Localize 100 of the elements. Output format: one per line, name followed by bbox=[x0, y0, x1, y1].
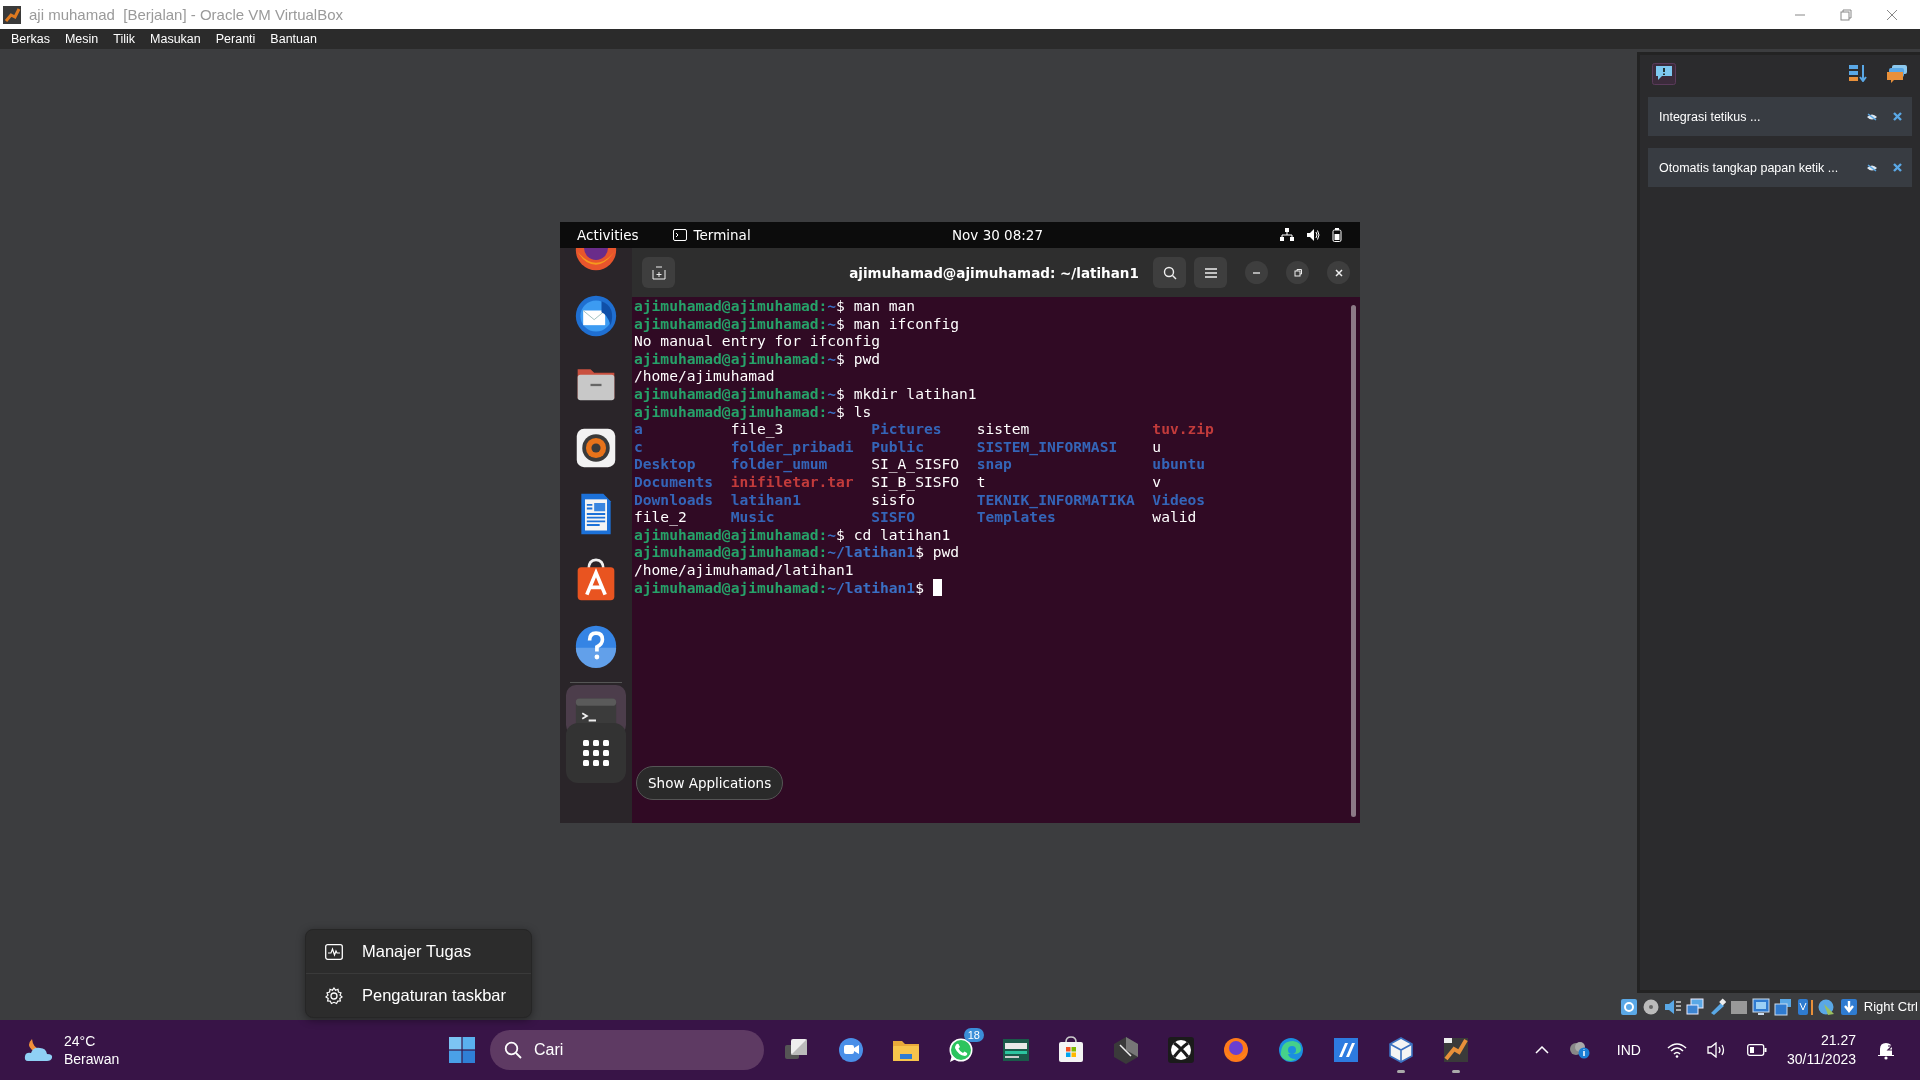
menu-item[interactable]: Manajer Tugas bbox=[306, 930, 531, 973]
app-menu[interactable]: Terminal bbox=[693, 227, 751, 243]
file-name: TEKNIK_INFORMATIKA bbox=[976, 490, 1135, 508]
chevron-up-icon[interactable] bbox=[1534, 1046, 1549, 1054]
file-name: folder_pribadi bbox=[730, 437, 854, 455]
file-name: Downloads bbox=[634, 490, 714, 508]
minimize-icon bbox=[1253, 271, 1260, 274]
activities-button[interactable]: Activities bbox=[577, 227, 639, 243]
clock[interactable]: Nov 30 08:27 bbox=[952, 227, 1043, 243]
battery-icon[interactable] bbox=[1746, 1044, 1767, 1056]
terminal-line: ajimuhamad@ajimuhamad:~/latihan1$ bbox=[634, 578, 1347, 597]
search-icon bbox=[504, 1041, 522, 1059]
file-name: file_2 bbox=[634, 508, 687, 526]
terminal-line: ajimuhamad@ajimuhamad:~$ cd latihan1 bbox=[634, 525, 952, 544]
swoosh-tile-icon[interactable] bbox=[1441, 1035, 1471, 1073]
bell-snooze-icon[interactable] bbox=[1876, 1040, 1896, 1060]
wifi-icon[interactable] bbox=[1666, 1042, 1687, 1058]
close-button[interactable] bbox=[1327, 261, 1350, 284]
cloud-info-icon[interactable] bbox=[1568, 1041, 1591, 1059]
menu-item[interactable]: Masukan bbox=[150, 32, 201, 46]
weather-widget[interactable]: 24°C Berawan bbox=[24, 1032, 120, 1068]
chip-icon[interactable] bbox=[1795, 997, 1814, 1016]
close-icon bbox=[1333, 267, 1344, 278]
restore-icon bbox=[1292, 267, 1303, 278]
file-name: file_3 bbox=[730, 420, 784, 438]
file-name: Public bbox=[871, 437, 924, 455]
monitor-icon[interactable] bbox=[1751, 997, 1770, 1016]
close-icon[interactable] bbox=[1893, 163, 1902, 172]
file-name: Music bbox=[730, 508, 775, 526]
menu-item[interactable]: Berkas bbox=[11, 32, 50, 46]
terminal-line: ajimuhamad@ajimuhamad:~/latihan1$ pwd bbox=[634, 543, 961, 561]
file-name: folder_umum bbox=[730, 455, 828, 473]
notification-text: Otomatis tangkap papan ketik ... bbox=[1659, 160, 1840, 175]
notification-text: Integrasi tetikus ... bbox=[1659, 109, 1762, 124]
network-icon[interactable] bbox=[1685, 997, 1704, 1016]
help-icon[interactable] bbox=[574, 624, 618, 668]
menu-item[interactable]: Mesin bbox=[64, 32, 99, 46]
file-name: sisfo bbox=[871, 490, 916, 508]
app-logo-icon bbox=[3, 5, 21, 24]
network-icon[interactable] bbox=[1280, 228, 1294, 242]
new-tab-icon bbox=[651, 265, 666, 280]
file-name: SISTEM_INFORMASI bbox=[976, 437, 1118, 455]
eye-slash-icon[interactable] bbox=[1867, 112, 1877, 121]
store-bag-icon[interactable] bbox=[1056, 1035, 1086, 1065]
cube-icon[interactable] bbox=[1386, 1035, 1416, 1073]
file-name: walid bbox=[1152, 508, 1197, 526]
sort-list-icon[interactable] bbox=[1848, 64, 1868, 82]
envelope-bird-icon[interactable] bbox=[574, 294, 618, 338]
new-tab-button[interactable] bbox=[642, 257, 675, 288]
file-name: snap bbox=[976, 455, 1012, 473]
menu-item[interactable]: Peranti bbox=[215, 32, 256, 46]
window-title: aji muhamad [Berjalan] - Oracle VM VirtualBox bbox=[29, 6, 344, 23]
close-icon[interactable] bbox=[1893, 112, 1902, 121]
eye-slash-icon[interactable] bbox=[1867, 163, 1877, 172]
speaker-icon[interactable] bbox=[1306, 228, 1320, 242]
search-button[interactable] bbox=[1153, 257, 1186, 288]
file-name: Documents bbox=[634, 472, 714, 490]
menu-button[interactable] bbox=[1194, 257, 1227, 288]
settings-icon bbox=[325, 986, 343, 1005]
clock[interactable]: 21.27 30/11/2023 bbox=[1786, 1031, 1856, 1069]
show-applications-button[interactable] bbox=[566, 723, 626, 783]
menu-item[interactable]: Pengaturan taskbar bbox=[306, 973, 531, 1017]
cloud-moon-icon bbox=[24, 1037, 54, 1063]
terminal-icon bbox=[672, 229, 687, 241]
activity-monitor-icon bbox=[325, 943, 343, 960]
file-name: t bbox=[976, 472, 986, 490]
terminal-line: ajimuhamad@ajimuhamad:~$ man ifconfig bbox=[634, 314, 961, 333]
mouse-globe-icon[interactable] bbox=[1817, 997, 1836, 1016]
minimize-button[interactable] bbox=[1245, 261, 1268, 284]
window-title: ajimuhamad@ajimuhamad: ~/latihan1 bbox=[848, 264, 1140, 281]
file-name: SI_A_SISFO bbox=[871, 455, 960, 473]
menu-icon bbox=[1203, 266, 1218, 279]
hexagon-icon[interactable] bbox=[1111, 1035, 1141, 1065]
windows-stack-icon[interactable] bbox=[1773, 997, 1792, 1016]
search-icon bbox=[1162, 265, 1177, 280]
stacked-messages-icon[interactable] bbox=[1886, 64, 1908, 84]
file-name: sistem bbox=[976, 420, 1030, 438]
terminal-line: /home/ajimuhamad bbox=[634, 367, 776, 385]
windows-logo-icon[interactable] bbox=[449, 1037, 475, 1063]
close-icon[interactable] bbox=[1886, 8, 1898, 21]
video-chat-icon[interactable] bbox=[836, 1035, 866, 1065]
maximize-button[interactable] bbox=[1286, 261, 1309, 284]
file-name: Videos bbox=[1152, 490, 1206, 508]
optical-disc-icon[interactable] bbox=[1641, 997, 1660, 1016]
battery-icon[interactable] bbox=[1332, 228, 1342, 242]
wave-circle-icon[interactable] bbox=[1276, 1035, 1306, 1065]
file-name: c bbox=[634, 437, 643, 455]
language-indicator[interactable]: IND bbox=[1616, 1042, 1641, 1058]
file-name: Desktop bbox=[634, 455, 696, 473]
menu-item[interactable]: Tilik bbox=[113, 32, 135, 46]
terminal-line: No manual entry for ifconfig bbox=[634, 332, 881, 350]
host-key-label: Right Ctrl bbox=[1863, 999, 1918, 1014]
stripes-tile-icon[interactable] bbox=[1331, 1035, 1361, 1065]
search-field[interactable]: Cari bbox=[490, 1030, 764, 1070]
volume-icon[interactable] bbox=[1706, 1042, 1727, 1058]
alert-bubble-icon[interactable] bbox=[1652, 63, 1676, 85]
file-name: latihan1 bbox=[730, 490, 801, 508]
terminal-line: ajimuhamad@ajimuhamad:~$ ls bbox=[634, 402, 873, 421]
menu-item[interactable]: Bantuan bbox=[270, 32, 317, 46]
fox-globe-icon[interactable] bbox=[1221, 1035, 1251, 1065]
